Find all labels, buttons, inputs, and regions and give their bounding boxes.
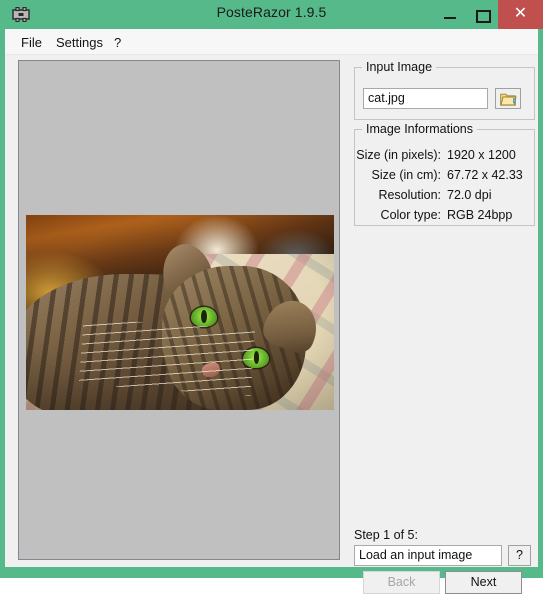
help-button[interactable]: ? (508, 545, 531, 566)
browse-file-button[interactable] (495, 88, 521, 109)
photo-vignette (26, 215, 334, 410)
maximize-button[interactable] (466, 0, 498, 29)
application-window: PosteRazor 1.9.5 ✕ File Settings ? Input… (0, 0, 543, 594)
info-label-resolution: Resolution: (378, 188, 441, 202)
info-value-size-pixels: 1920 x 1200 (447, 148, 516, 162)
title-bar: PosteRazor 1.9.5 ✕ (0, 0, 543, 29)
info-label-size-cm: Size (in cm): (371, 168, 441, 182)
input-image-group: Input Image cat.jpg (354, 60, 535, 120)
minimize-button[interactable] (434, 0, 466, 29)
menu-item-help[interactable]: ? (108, 33, 127, 52)
menu-item-settings[interactable]: Settings (50, 33, 109, 52)
close-button[interactable]: ✕ (498, 0, 543, 29)
info-label-color-type: Color type: (380, 208, 441, 222)
menu-bar: File Settings ? (5, 29, 538, 55)
back-button[interactable]: Back (363, 571, 440, 594)
folder-icon (500, 93, 517, 106)
step-label: Step 1 of 5: (354, 528, 418, 542)
right-column: Input Image cat.jpg Image Informations S… (350, 60, 535, 594)
input-image-group-title: Input Image (362, 60, 437, 74)
info-value-resolution: 72.0 dpi (447, 188, 492, 202)
step-description-field[interactable]: Load an input image (354, 545, 502, 566)
image-preview-panel[interactable] (18, 60, 340, 560)
close-icon: ✕ (513, 5, 528, 22)
maximize-icon (476, 10, 491, 23)
image-informations-group-title: Image Informations (362, 122, 477, 136)
info-value-size-cm: 67.72 x 42.33 (447, 168, 523, 182)
client-area: File Settings ? Input Image cat.jpg Imag… (5, 29, 538, 594)
info-value-color-type: RGB 24bpp (447, 208, 513, 222)
preview-image (26, 215, 334, 410)
input-image-filename-field[interactable]: cat.jpg (363, 88, 488, 109)
minimize-icon (444, 17, 456, 19)
next-button[interactable]: Next (445, 571, 522, 594)
image-informations-group: Image Informations Size (in pixels): 192… (354, 122, 535, 226)
menu-item-file[interactable]: File (15, 33, 48, 52)
info-label-size-pixels: Size (in pixels): (356, 148, 441, 162)
